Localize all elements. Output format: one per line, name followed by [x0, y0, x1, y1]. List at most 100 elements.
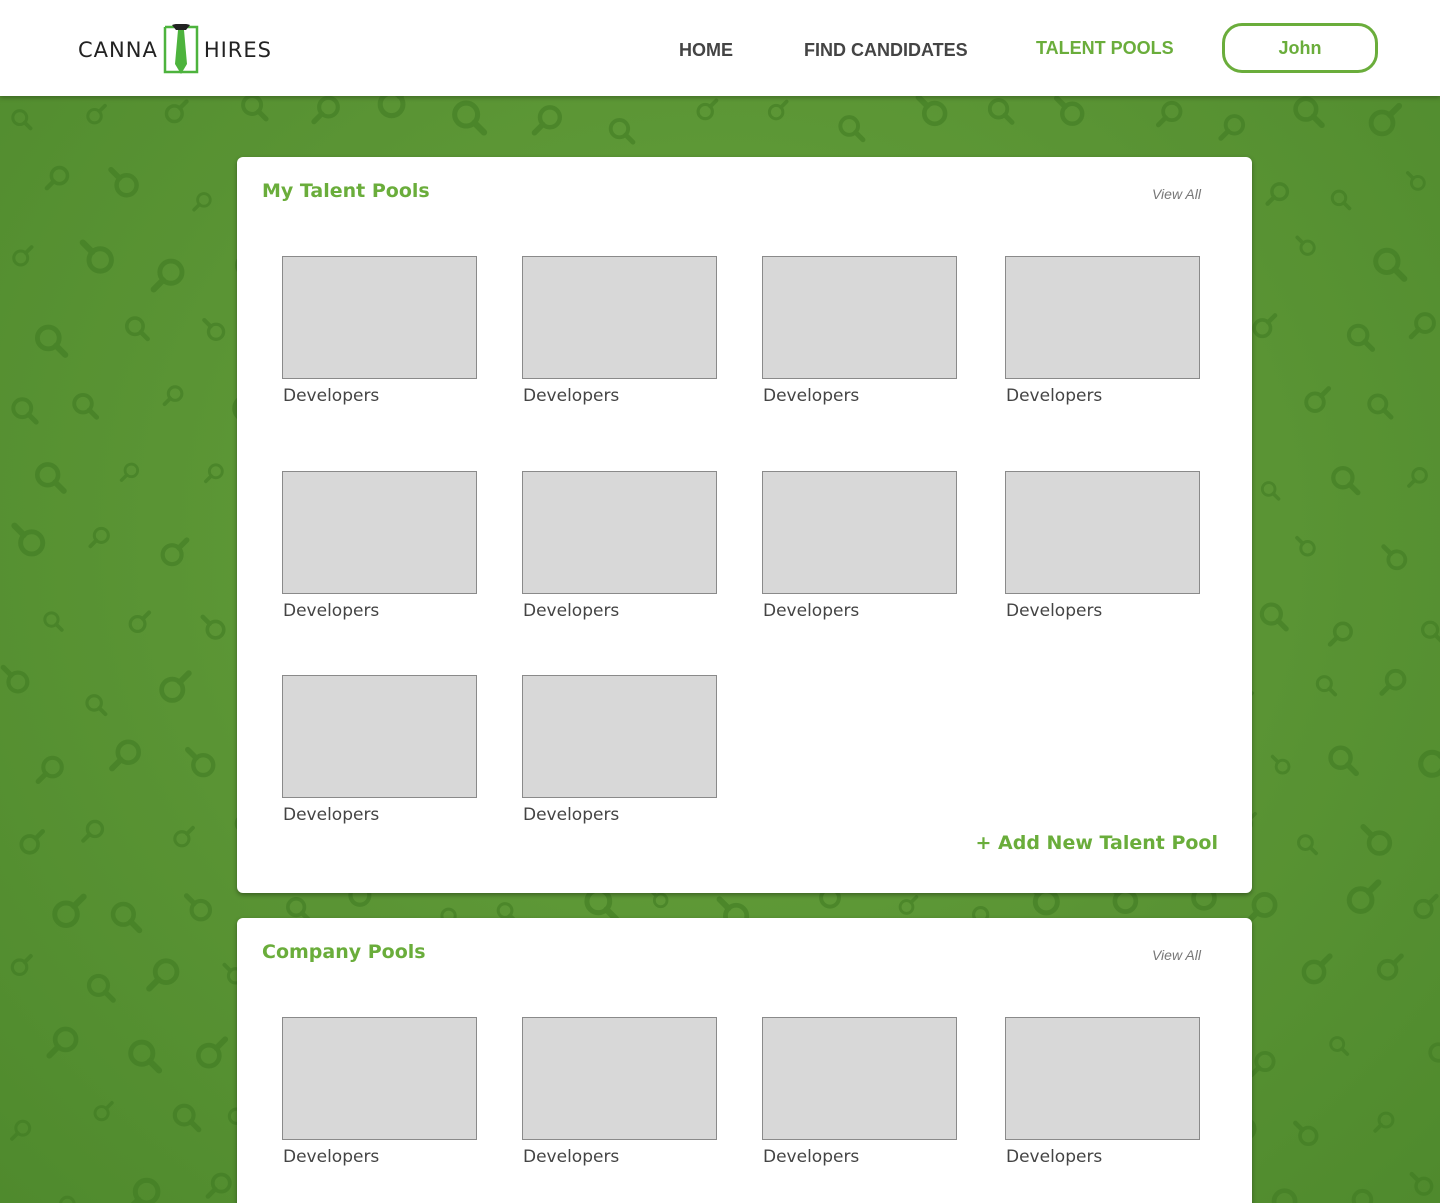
- magnifier-icon: [531, 105, 563, 136]
- pool-thumbnail: [522, 471, 717, 594]
- magnifier-icon: [11, 397, 39, 425]
- nav-home[interactable]: HOME: [679, 40, 733, 61]
- magnifier-icon: [93, 1101, 114, 1122]
- magnifier-icon: [34, 324, 69, 358]
- magnifier-icon: [35, 755, 64, 785]
- magnifier-icon: [11, 109, 33, 131]
- magnifier-icon: [125, 1177, 161, 1203]
- talent-pool-tile[interactable]: Developers: [282, 675, 478, 825]
- nav-talent-pools[interactable]: TALENT POOLS: [1036, 38, 1174, 59]
- magnifier-icon: [1351, 1188, 1374, 1203]
- magnifier-icon: [1245, 892, 1278, 925]
- pool-thumbnail: [282, 471, 477, 594]
- magnifier-icon: [898, 895, 919, 915]
- magnifier-icon: [696, 98, 719, 121]
- magnifier-icon: [1297, 834, 1319, 856]
- magnifier-icon: [159, 670, 192, 703]
- magnifier-icon: [1259, 602, 1289, 632]
- magnifier-icon: [1360, 823, 1393, 856]
- company-pools-title: Company Pools: [262, 941, 426, 963]
- magnifier-icon: [1346, 879, 1382, 914]
- magnifier-icon: [1260, 481, 1281, 501]
- pool-thumbnail: [762, 256, 957, 379]
- magnifier-icon: [1270, 754, 1291, 775]
- talent-pool-tile[interactable]: Developers: [1005, 471, 1201, 621]
- magnifier-icon: [286, 896, 312, 923]
- magnifier-icon: [1373, 247, 1408, 282]
- magnifier-icon: [200, 614, 226, 640]
- pool-thumbnail: [1005, 471, 1200, 594]
- magnifier-icon: [164, 99, 189, 124]
- talent-pool-tile[interactable]: Developers: [522, 256, 718, 406]
- company-pool-tile[interactable]: Developers: [762, 1017, 958, 1167]
- magnifier-icon: [162, 385, 184, 407]
- magnifier-icon: [1293, 1120, 1319, 1147]
- add-new-talent-pool-button[interactable]: + Add New Talent Pool: [975, 832, 1218, 854]
- magnifier-icon: [1331, 465, 1361, 496]
- pool-label: Developers: [523, 1147, 620, 1167]
- magnifier-icon: [46, 1026, 79, 1059]
- pool-thumbnail: [762, 471, 957, 594]
- nav-find-candidates[interactable]: FIND CANDIDATES: [804, 40, 968, 61]
- pool-thumbnail: [522, 256, 717, 379]
- company-pool-tile[interactable]: Developers: [522, 1017, 718, 1167]
- pool-thumbnail: [762, 1017, 957, 1140]
- pool-label: Developers: [283, 386, 380, 406]
- magnifier-icon: [1053, 96, 1085, 126]
- talent-pool-tile[interactable]: Developers: [522, 471, 718, 621]
- magnifier-icon: [1408, 312, 1436, 340]
- magnifier-icon: [86, 973, 116, 1003]
- company-pool-tile[interactable]: Developers: [282, 1017, 478, 1167]
- magnifier-icon: [205, 1172, 232, 1199]
- talent-pool-tile[interactable]: Developers: [1005, 256, 1201, 406]
- magnifier-icon: [838, 115, 866, 143]
- magnifier-icon: [110, 901, 143, 934]
- magnifier-icon: [146, 958, 180, 992]
- magnifier-icon: [1407, 467, 1428, 488]
- pool-label: Developers: [523, 805, 620, 825]
- magnifier-icon: [192, 192, 212, 212]
- magnifier-icon: [172, 1103, 202, 1133]
- magnifier-icon: [109, 739, 142, 772]
- magnifier-icon: [1293, 96, 1325, 129]
- my-pools-view-all-link[interactable]: View All: [1152, 186, 1201, 202]
- magnifier-icon: [124, 316, 150, 342]
- magnifier-icon: [108, 166, 139, 198]
- company-pool-tile[interactable]: Developers: [1005, 1017, 1201, 1167]
- pool-label: Developers: [763, 386, 860, 406]
- talent-pool-tile[interactable]: Developers: [282, 256, 478, 406]
- company-pools-view-all-link[interactable]: View All: [1152, 947, 1201, 963]
- talent-pool-tile[interactable]: Developers: [282, 471, 478, 621]
- magnifier-icon: [59, 1195, 76, 1203]
- magnifier-icon: [1295, 235, 1316, 256]
- magnifier-icon: [1367, 393, 1394, 420]
- pool-label: Developers: [283, 805, 380, 825]
- logo-text-right: HIRES: [203, 38, 272, 62]
- magnifier-icon: [150, 258, 185, 293]
- magnifier-icon: [0, 664, 30, 694]
- magnifier-icon: [1420, 620, 1440, 643]
- pool-thumbnail: [282, 1017, 477, 1140]
- magnifier-icon: [915, 96, 948, 127]
- magnifier-icon: [44, 165, 70, 191]
- magnifier-icon: [1329, 1036, 1350, 1056]
- pool-thumbnail: [1005, 256, 1200, 379]
- magnifier-icon: [128, 610, 152, 634]
- magnifier-icon: [1413, 893, 1439, 920]
- talent-pool-tile[interactable]: Developers: [762, 471, 958, 621]
- magnifier-icon: [1330, 189, 1352, 211]
- user-menu-button[interactable]: John: [1222, 23, 1378, 73]
- logo[interactable]: CANNA HIRES: [78, 23, 271, 76]
- magnifier-icon: [608, 117, 636, 145]
- magnifier-icon: [43, 611, 64, 632]
- magnifier-icon: [377, 96, 413, 119]
- magnifier-icon: [1373, 1111, 1395, 1133]
- talent-pool-tile[interactable]: Developers: [522, 675, 718, 825]
- magnifier-icon: [767, 99, 789, 121]
- magnifier-icon: [12, 245, 34, 267]
- magnifier-icon: [1155, 100, 1183, 128]
- magnifier-icon: [183, 893, 213, 922]
- talent-pool-tile[interactable]: Developers: [762, 256, 958, 406]
- magnifier-icon: [1346, 323, 1376, 352]
- magnifier-icon: [1409, 1171, 1434, 1196]
